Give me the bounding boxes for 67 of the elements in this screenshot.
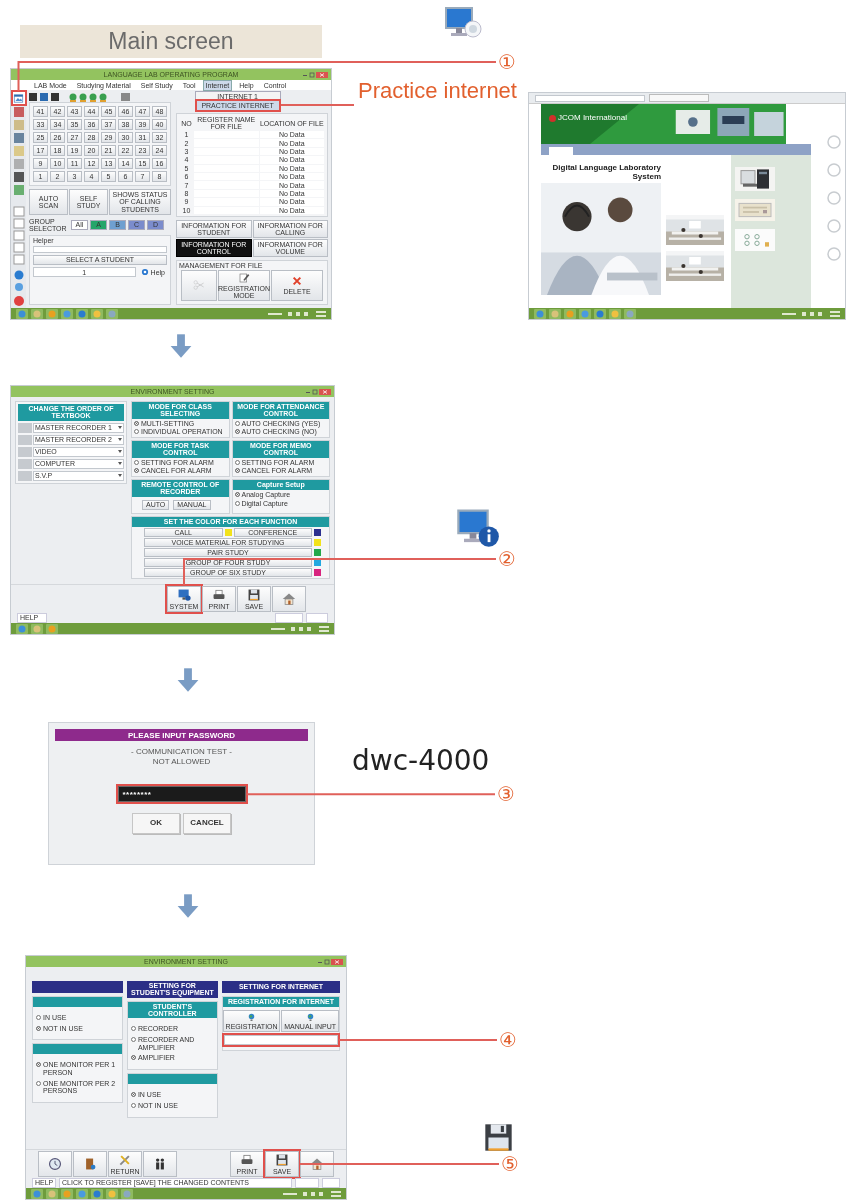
- window-icon: [13, 92, 24, 104]
- status-field: [322, 1177, 340, 1188]
- globe-icon: [305, 1012, 315, 1022]
- dialog-button[interactable]: CANCEL: [183, 813, 231, 835]
- tray-icons-drawing: [271, 623, 329, 634]
- color-swatch[interactable]: [314, 538, 321, 546]
- url-field[interactable]: [223, 1035, 338, 1045]
- caret-icon: [118, 438, 122, 442]
- tray-icons-drawing: [283, 1188, 341, 1199]
- taskbar-icons-drawing: [16, 623, 61, 634]
- slot-label: [18, 446, 32, 457]
- color-swatch[interactable]: [314, 568, 321, 576]
- cross-icon: [291, 275, 303, 288]
- callout-label: Practice internet: [358, 79, 517, 104]
- password-field[interactable]: ********: [117, 786, 246, 803]
- color-swatch[interactable]: [314, 548, 321, 556]
- tray-icons-drawing: [268, 308, 326, 319]
- caret-icon: [118, 450, 122, 454]
- tray-icons-drawing: [782, 308, 840, 319]
- color-swatch[interactable]: [314, 558, 321, 566]
- slot-label: [18, 470, 32, 481]
- caret-icon: [118, 426, 122, 430]
- site-heading: Digital Language Laboratory System: [551, 163, 661, 182]
- house-icon: [282, 592, 296, 606]
- callout-number: ①: [498, 50, 516, 74]
- dialog-title: PLEASE INPUT PASSWORD: [55, 729, 308, 741]
- down-arrow-icon: [168, 333, 194, 359]
- printer-icon: [240, 1153, 254, 1167]
- window-buttons-drawing: [303, 71, 328, 78]
- help-icon: [140, 268, 149, 277]
- toolbar-button[interactable]: [143, 1151, 177, 1177]
- status-field: [275, 612, 303, 623]
- window-buttons-drawing: [306, 388, 331, 395]
- color-swatch[interactable]: [224, 528, 232, 536]
- scissors-icon: [193, 279, 205, 292]
- pencil-icon: [238, 271, 250, 284]
- status-field: [295, 1177, 319, 1188]
- status-field: [306, 612, 328, 623]
- people-icon: [153, 1157, 167, 1171]
- down-arrow-icon: [175, 667, 201, 693]
- globe-icon: [247, 1012, 257, 1022]
- house-icon: [310, 1157, 324, 1171]
- tools-icon: [118, 1153, 132, 1167]
- callout-number: ⑤: [501, 1152, 519, 1176]
- slot-label: [18, 458, 32, 469]
- slot-label: [18, 434, 32, 445]
- dialog-message: NOT ALLOWED: [152, 756, 211, 767]
- toolbar-button[interactable]: [12, 92, 25, 104]
- slot-label: [18, 422, 32, 433]
- caret-icon: [118, 462, 122, 466]
- logo-icon: [549, 114, 556, 122]
- window-buttons-drawing: [318, 958, 343, 965]
- book-icon: [83, 1157, 97, 1171]
- page-title: Main screen: [20, 25, 322, 58]
- dialog-button[interactable]: OK: [132, 813, 180, 835]
- computer-icon: [177, 588, 191, 602]
- password-text: dwc-4000: [352, 746, 490, 777]
- callout-number: ④: [499, 1028, 517, 1052]
- site-brand: JCOM International: [549, 114, 627, 122]
- clock-icon: [48, 1157, 62, 1171]
- caret-icon: [118, 474, 122, 478]
- down-arrow-icon: [175, 893, 201, 919]
- color-swatch[interactable]: [314, 528, 321, 536]
- callout-number: ③: [497, 782, 515, 807]
- dialog-message: - COMMUNICATION TEST -: [131, 747, 232, 757]
- printer-icon: [212, 588, 226, 602]
- callout-number: ②: [498, 547, 516, 571]
